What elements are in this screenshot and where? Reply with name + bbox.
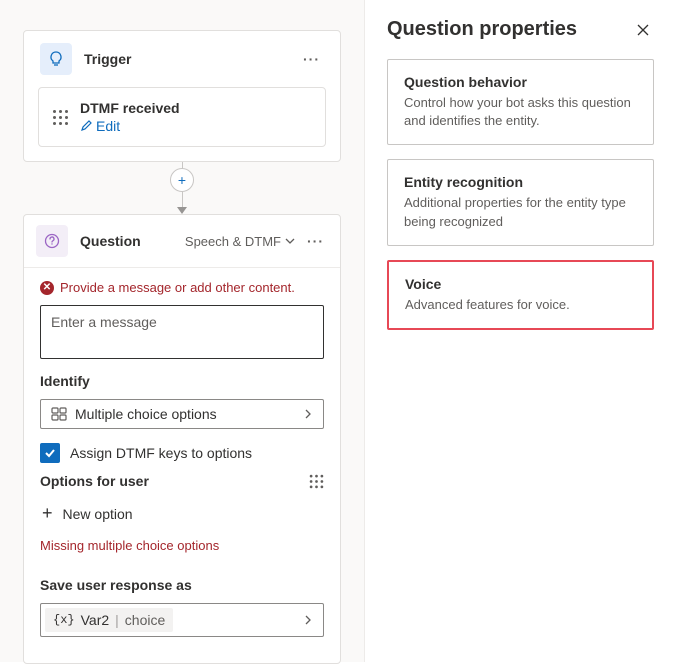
variable-type: choice — [125, 612, 165, 628]
connector: + — [10, 162, 354, 214]
voice-card[interactable]: Voice Advanced features for voice. — [387, 260, 654, 330]
variable-icon: {x} — [53, 613, 75, 627]
card-desc: Control how your bot asks this question … — [404, 94, 637, 130]
properties-panel: Question properties Question behavior Co… — [364, 0, 676, 662]
checkbox-checked-icon — [40, 443, 60, 463]
save-response-label: Save user response as — [40, 577, 324, 593]
assign-dtmf-checkbox[interactable]: Assign DTMF keys to options — [40, 443, 324, 463]
card-title: Entity recognition — [404, 174, 637, 190]
trigger-card: Trigger ··· DTMF received Edit — [23, 30, 341, 162]
card-desc: Additional properties for the entity typ… — [404, 194, 637, 230]
card-desc: Advanced features for voice. — [405, 296, 636, 314]
question-icon — [36, 225, 68, 257]
options-error: Missing multiple choice options — [40, 538, 324, 553]
trigger-icon — [40, 43, 72, 75]
error-text: Provide a message or add other content. — [60, 280, 295, 295]
edit-link[interactable]: Edit — [80, 118, 180, 134]
mode-dropdown[interactable]: Speech & DTMF — [185, 234, 295, 249]
entity-recognition-card[interactable]: Entity recognition Additional properties… — [387, 159, 654, 245]
trigger-node-name: DTMF received — [80, 100, 180, 116]
trigger-node[interactable]: DTMF received Edit — [38, 87, 326, 147]
new-option-button[interactable]: + New option — [40, 499, 324, 528]
question-behavior-card[interactable]: Question behavior Control how your bot a… — [387, 59, 654, 145]
lightbulb-icon — [48, 51, 64, 67]
trigger-title: Trigger — [84, 51, 287, 67]
chevron-right-icon — [303, 409, 313, 419]
variable-select[interactable]: {x} Var2 | choice — [40, 603, 324, 637]
close-button[interactable] — [632, 19, 654, 41]
arrow-down-icon — [177, 207, 187, 214]
options-label: Options for user — [40, 473, 149, 489]
mode-label: Speech & DTMF — [185, 234, 281, 249]
pencil-icon — [80, 120, 92, 132]
chevron-right-icon — [297, 615, 319, 625]
panel-title: Question properties — [387, 18, 577, 41]
question-title: Question — [80, 233, 173, 249]
question-more-button[interactable]: ··· — [303, 231, 328, 251]
add-node-button[interactable]: + — [170, 168, 194, 192]
plus-icon: + — [42, 503, 53, 524]
close-icon — [636, 23, 650, 37]
trigger-more-button[interactable]: ··· — [299, 49, 324, 69]
new-option-label: New option — [63, 506, 133, 522]
question-card: Question Speech & DTMF ··· ✕ Provide a m… — [23, 214, 341, 664]
identify-value: Multiple choice options — [75, 406, 217, 422]
identify-label: Identify — [40, 373, 324, 389]
card-title: Question behavior — [404, 74, 637, 90]
error-icon: ✕ — [40, 281, 54, 295]
variable-chip: {x} Var2 | choice — [45, 608, 173, 632]
variable-name: Var2 — [81, 612, 110, 628]
chevron-down-icon — [285, 236, 295, 246]
list-icon — [51, 406, 67, 422]
message-error: ✕ Provide a message or add other content… — [40, 280, 324, 295]
card-title: Voice — [405, 276, 636, 292]
options-drag-icon[interactable] — [310, 474, 324, 488]
identify-select[interactable]: Multiple choice options — [40, 399, 324, 429]
assign-dtmf-label: Assign DTMF keys to options — [70, 445, 252, 461]
question-mark-icon — [44, 233, 60, 249]
message-input[interactable]: Enter a message — [40, 305, 324, 359]
drag-handle-icon[interactable] — [53, 110, 68, 125]
edit-label: Edit — [96, 118, 120, 134]
